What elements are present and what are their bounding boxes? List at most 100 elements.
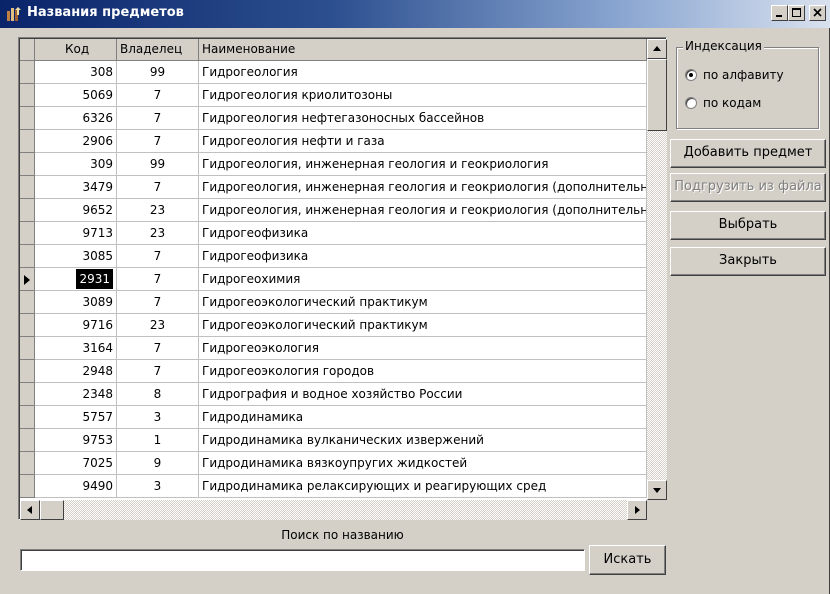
cell-name[interactable]: Гидрогеоэкология [199,337,647,360]
cell-owner[interactable]: 23 [117,314,199,337]
cell-owner[interactable]: 7 [117,84,199,107]
cell-name[interactable]: Гидрогеоэкологический практикум [199,314,647,337]
radio-checked-icon[interactable] [685,69,697,81]
table-row[interactable]: 9490 3 Гидродинамика релаксирующих и реаги… [20,475,647,498]
search-input[interactable] [20,549,585,571]
row-indicator[interactable] [20,429,35,452]
table-row[interactable]: 3089 7 Гидрогеоэкологический практикум [20,291,647,314]
cell-code[interactable]: 9716 [35,314,117,337]
maximize-button[interactable] [788,5,805,21]
table-row[interactable]: 7025 9 Гидродинамика вязкоупругих жидкосте… [20,452,647,475]
row-indicator[interactable] [20,452,35,475]
cell-code[interactable]: 6326 [35,107,117,130]
cell-name[interactable]: Гидрогеология [199,61,647,84]
cell-name[interactable]: Гидрогеология нефти и газа [199,130,647,153]
table-row[interactable]: 3479 7 Гидрогеология, инженерная геология … [20,176,647,199]
table-row[interactable]: 3164 7 Гидрогеоэкология [20,337,647,360]
cell-code[interactable]: 2348 [35,383,117,406]
table-row[interactable]: 2348 8 Гидрография и водное хозяйство Росс… [20,383,647,406]
cell-name[interactable]: Гидрогеофизика [199,222,647,245]
cell-code[interactable]: 3479 [35,176,117,199]
radio-by-codes[interactable]: по кодам [685,95,815,113]
cell-code[interactable]: 308 [35,61,117,84]
row-indicator[interactable] [20,383,35,406]
row-indicator[interactable] [20,61,35,84]
scroll-down-button[interactable] [647,480,667,500]
cell-name[interactable]: Гидрогеология криолитозоны [199,84,647,107]
cell-name[interactable]: Гидрография и водное хозяйство России [199,383,647,406]
table-row[interactable]: 3085 7 Гидрогеофизика [20,245,647,268]
vertical-scroll-thumb[interactable] [647,59,667,131]
table-row[interactable]: 308 99 Гидрогеология [20,61,647,84]
select-button[interactable]: Выбрать [670,211,826,240]
radio-unchecked-icon[interactable] [685,97,697,109]
row-indicator[interactable] [20,130,35,153]
cell-name[interactable]: Гидродинамика релаксирующих и реагирующи… [199,475,647,498]
cell-code[interactable]: 2948 [35,360,117,383]
table-row[interactable]: 5069 7 Гидрогеология криолитозоны [20,84,647,107]
minimize-button[interactable] [771,5,788,21]
cell-name[interactable]: Гидрогеология, инженерная геология и гео… [199,199,647,222]
table-row[interactable]: 9652 23 Гидрогеология, инженерная геология… [20,199,647,222]
cell-name[interactable]: Гидрогеофизика [199,245,647,268]
scroll-right-button[interactable] [627,500,647,520]
scroll-up-button[interactable] [647,39,667,59]
row-indicator[interactable] [20,84,35,107]
cell-name[interactable]: Гидрогеоэкологический практикум [199,291,647,314]
table-row[interactable]: 6326 7 Гидрогеология нефтегазоносных бассе… [20,107,647,130]
add-subject-button[interactable]: Добавить предмет [670,139,826,168]
row-indicator[interactable] [20,406,35,429]
cell-owner[interactable]: 23 [117,199,199,222]
cell-name[interactable]: Гидрогеоэкология городов [199,360,647,383]
row-indicator[interactable] [20,153,35,176]
close-window-button[interactable] [809,5,826,21]
cell-code[interactable]: 2931 [35,268,117,291]
cell-owner[interactable]: 7 [117,130,199,153]
row-indicator[interactable] [20,291,35,314]
row-indicator[interactable] [20,176,35,199]
cell-name[interactable]: Гидрогеология нефтегазоносных бассейнов [199,107,647,130]
cell-code[interactable]: 309 [35,153,117,176]
cell-owner[interactable]: 1 [117,429,199,452]
close-button[interactable]: Закрыть [670,247,826,276]
row-indicator[interactable] [20,222,35,245]
column-header-name[interactable]: Наименование [199,39,647,61]
cell-code[interactable]: 2906 [35,130,117,153]
cell-name[interactable]: Гидрогеохимия [199,268,647,291]
table-row[interactable]: 2948 7 Гидрогеоэкология городов [20,360,647,383]
cell-owner[interactable]: 7 [117,176,199,199]
load-from-file-button[interactable]: Подгрузить из файла [670,173,826,202]
cell-code[interactable]: 5069 [35,84,117,107]
row-indicator[interactable] [20,314,35,337]
row-indicator[interactable] [20,107,35,130]
cell-owner[interactable]: 7 [117,360,199,383]
cell-owner[interactable]: 7 [117,107,199,130]
row-indicator[interactable] [20,475,35,498]
cell-owner[interactable]: 99 [117,61,199,84]
table-row[interactable]: 5757 3 Гидродинамика [20,406,647,429]
cell-owner[interactable]: 7 [117,245,199,268]
cell-name[interactable]: Гидрогеология, инженерная геология и гео… [199,176,647,199]
column-header-owner[interactable]: Владелец [117,39,199,61]
table-row[interactable]: 2931 7 Гидрогеохимия [20,268,647,291]
cell-code[interactable]: 3164 [35,337,117,360]
horizontal-scrollbar[interactable] [20,500,647,520]
cell-code[interactable]: 9753 [35,429,117,452]
table-row[interactable]: 309 99 Гидрогеология, инженерная геология … [20,153,647,176]
cell-code[interactable]: 9652 [35,199,117,222]
cell-code[interactable]: 3089 [35,291,117,314]
search-button[interactable]: Искать [589,545,666,575]
title-bar[interactable]: Названия предметов [0,0,830,28]
cell-name[interactable]: Гидрогеология, инженерная геология и гео… [199,153,647,176]
table-row[interactable]: 2906 7 Гидрогеология нефти и газа [20,130,647,153]
scroll-left-button[interactable] [20,500,40,520]
cell-code[interactable]: 9713 [35,222,117,245]
cell-owner[interactable]: 99 [117,153,199,176]
row-indicator[interactable] [20,360,35,383]
cell-owner[interactable]: 7 [117,268,199,291]
subjects-grid[interactable]: Код Владелец Наименование 308 99 Гидрогеол… [18,37,667,520]
column-header-code[interactable]: Код [35,39,117,61]
cell-owner[interactable]: 23 [117,222,199,245]
row-indicator[interactable] [20,337,35,360]
row-indicator[interactable] [20,245,35,268]
